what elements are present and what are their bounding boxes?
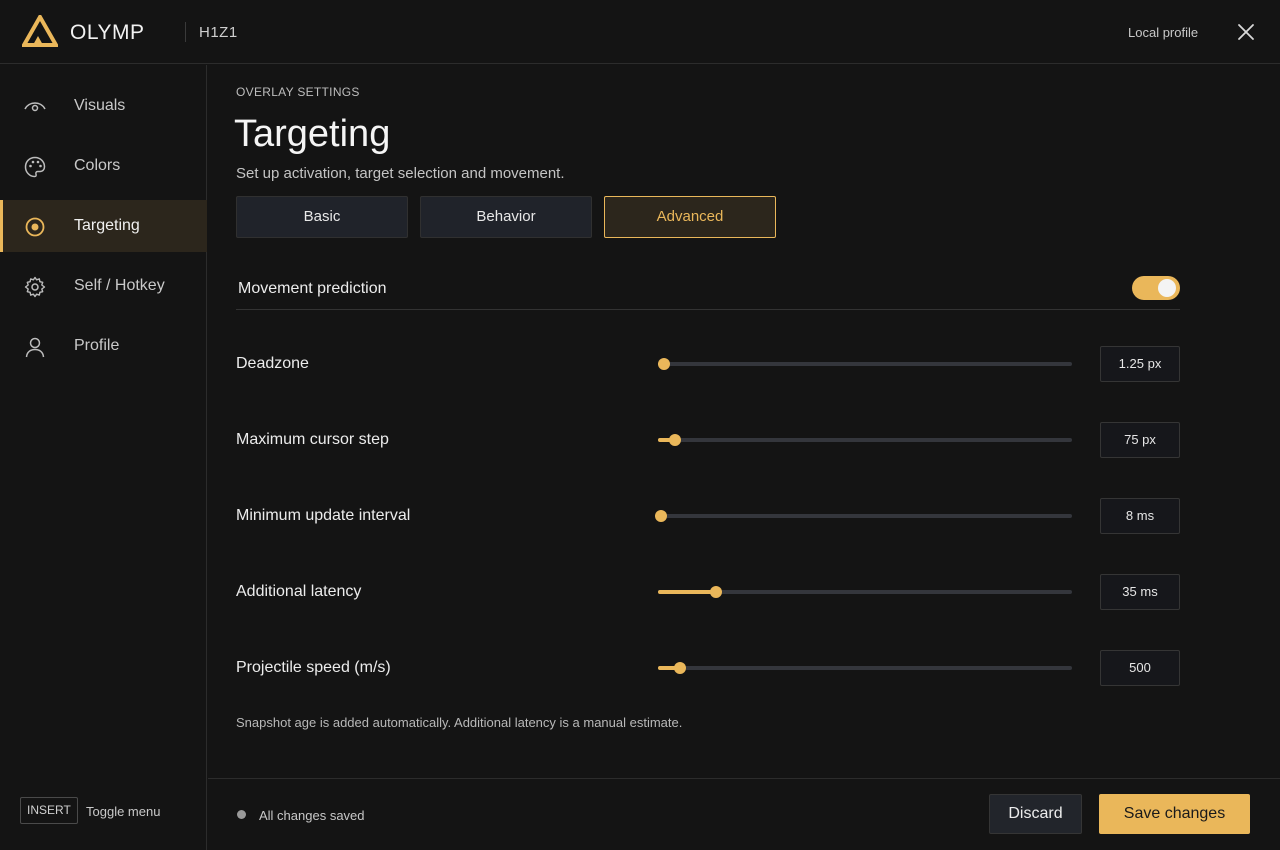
hotkey-label: Toggle menu [86, 804, 161, 819]
discard-button[interactable]: Discard [989, 794, 1082, 834]
toggle-knob [1158, 279, 1176, 297]
sidebar-item-label: Colors [74, 157, 121, 174]
movement-prediction-label: Movement prediction [238, 280, 387, 297]
projectile-speed-label: Projectile speed (m/s) [236, 659, 391, 676]
header-divider [185, 22, 186, 42]
additional-latency-value[interactable]: 35 ms [1100, 574, 1180, 610]
slider-fill [658, 590, 716, 594]
max-cursor-step-label: Maximum cursor step [236, 431, 389, 448]
deadzone-slider[interactable] [658, 358, 1072, 370]
gear-icon [24, 276, 46, 298]
slider-thumb[interactable] [709, 586, 722, 598]
main-panel: OVERLAY SETTINGS Targeting Set up activa… [208, 65, 1280, 778]
olymp-logo-icon [22, 15, 58, 47]
sidebar-item-label: Profile [74, 337, 120, 354]
status-dot-icon [237, 810, 246, 819]
max-cursor-step-slider[interactable] [658, 434, 1072, 446]
user-icon [25, 337, 45, 358]
deadzone-label: Deadzone [236, 355, 309, 372]
max-cursor-step-value[interactable]: 75 px [1100, 422, 1180, 458]
profile-label[interactable]: Local profile [1128, 25, 1198, 40]
sidebar-item-profile[interactable]: Profile [0, 320, 207, 372]
save-status: All changes saved [259, 808, 365, 823]
sidebar: Visuals Colors Targeting Self / Hotkey P… [0, 65, 207, 850]
additional-latency-label: Additional latency [236, 583, 362, 600]
sidebar-item-visuals[interactable]: Visuals [0, 80, 207, 132]
slider-thumb[interactable] [658, 358, 671, 370]
footnote: Snapshot age is added automatically. Add… [236, 715, 683, 730]
target-icon [25, 217, 45, 237]
palette-icon [24, 156, 46, 178]
projectile-speed-value[interactable]: 500 [1100, 650, 1180, 686]
title-bar: OLYMP H1Z1 Local profile [0, 0, 1280, 64]
sidebar-item-targeting[interactable]: Targeting [0, 200, 207, 252]
sidebar-item-colors[interactable]: Colors [0, 140, 207, 192]
slider-thumb[interactable] [673, 662, 686, 674]
section-kicker: OVERLAY SETTINGS [236, 85, 360, 99]
slider-thumb[interactable] [655, 510, 668, 522]
page-title: Targeting [234, 113, 391, 155]
additional-latency-slider[interactable] [658, 586, 1072, 598]
sidebar-item-self-hotkey[interactable]: Self / Hotkey [0, 260, 207, 312]
min-update-interval-value[interactable]: 8 ms [1100, 498, 1180, 534]
hotkey-badge: INSERT [20, 797, 78, 824]
divider [236, 309, 1180, 310]
tab-basic[interactable]: Basic [236, 196, 408, 238]
movement-prediction-toggle[interactable] [1132, 276, 1180, 300]
tab-advanced[interactable]: Advanced [604, 196, 776, 238]
sidebar-item-label: Visuals [74, 97, 126, 114]
sidebar-item-label: Self / Hotkey [74, 277, 165, 294]
deadzone-value[interactable]: 1.25 px [1100, 346, 1180, 382]
eye-icon [24, 102, 46, 112]
tab-behavior[interactable]: Behavior [420, 196, 592, 238]
sidebar-item-label: Targeting [74, 217, 140, 234]
min-update-interval-label: Minimum update interval [236, 507, 411, 524]
app-name: OLYMP [70, 21, 145, 44]
save-button[interactable]: Save changes [1099, 794, 1250, 834]
close-icon[interactable] [1234, 20, 1258, 44]
min-update-interval-slider[interactable] [655, 510, 1072, 522]
footer-bar: All changes saved Discard Save changes [208, 778, 1280, 850]
slider-thumb[interactable] [668, 434, 681, 446]
projectile-speed-slider[interactable] [658, 662, 1072, 674]
page-subtitle: Set up activation, target selection and … [236, 165, 565, 182]
game-name: H1Z1 [199, 24, 238, 41]
